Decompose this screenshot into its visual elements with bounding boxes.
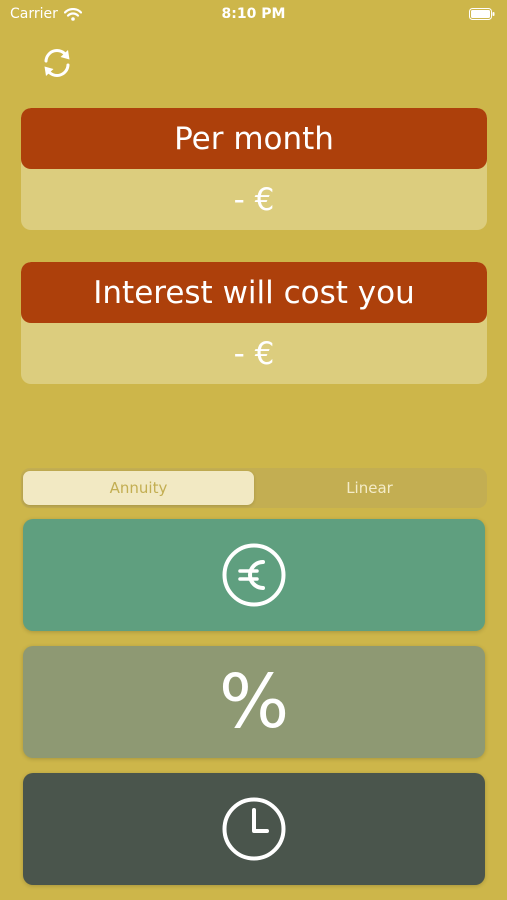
interest-cost-card: Interest will cost you - € bbox=[21, 262, 487, 384]
clock-icon bbox=[222, 797, 286, 861]
battery-icon bbox=[469, 8, 495, 20]
monthly-payment-title: Per month bbox=[21, 108, 487, 169]
percent-icon: % bbox=[218, 659, 290, 745]
loan-amount-button[interactable] bbox=[23, 519, 485, 631]
interest-cost-title: Interest will cost you bbox=[21, 262, 487, 323]
loan-term-button[interactable] bbox=[23, 773, 485, 885]
refresh-button[interactable] bbox=[38, 44, 76, 82]
loan-type-segmented-control: Annuity Linear bbox=[21, 468, 487, 508]
status-bar: Carrier 8:10 PM bbox=[0, 0, 507, 30]
status-time: 8:10 PM bbox=[221, 6, 286, 22]
euro-circle-icon bbox=[222, 543, 286, 607]
segment-annuity[interactable]: Annuity bbox=[23, 471, 254, 505]
refresh-icon bbox=[44, 49, 70, 77]
monthly-payment-value: - € bbox=[233, 181, 275, 218]
segment-linear[interactable]: Linear bbox=[254, 471, 485, 505]
interest-rate-button[interactable]: % bbox=[23, 646, 485, 758]
monthly-payment-card: Per month - € bbox=[21, 108, 487, 230]
interest-cost-value: - € bbox=[233, 335, 275, 372]
